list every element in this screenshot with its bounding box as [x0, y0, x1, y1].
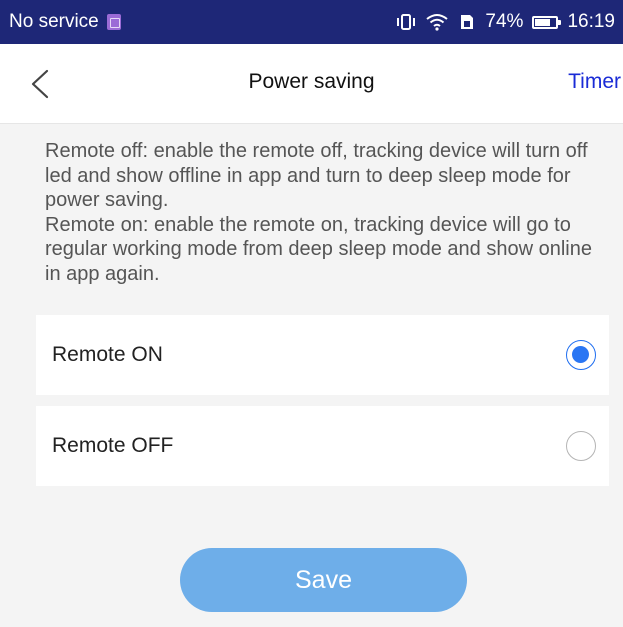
wifi-icon	[425, 13, 449, 31]
save-button[interactable]: Save	[180, 548, 467, 612]
timer-button[interactable]: Timer	[568, 70, 621, 94]
remote-on-description: Remote on: enable the remote on, trackin…	[45, 213, 592, 285]
remote-off-option[interactable]: Remote OFF	[36, 406, 609, 486]
clock-time: 16:19	[567, 11, 615, 32]
data-sim-icon	[458, 13, 476, 31]
status-right: 74% 16:19	[396, 11, 615, 33]
status-bar: No service 74% 16:19	[0, 0, 623, 44]
carrier-text: No service	[9, 11, 99, 32]
page-title: Power saving	[248, 70, 375, 93]
remote-on-option[interactable]: Remote ON	[36, 315, 609, 395]
vibrate-icon	[396, 13, 416, 31]
remote-off-radio[interactable]	[566, 431, 596, 461]
remote-on-radio[interactable]	[566, 340, 596, 370]
nav-bar: Power saving Timer	[0, 44, 623, 124]
remote-off-description: Remote off: enable the remote off, track…	[45, 140, 588, 211]
remote-on-label: Remote ON	[52, 343, 163, 366]
battery-percent: 74%	[485, 11, 524, 32]
remote-off-label: Remote OFF	[52, 434, 174, 457]
battery-icon	[532, 15, 562, 29]
status-left: No service	[9, 11, 121, 33]
sim-card-icon	[106, 14, 121, 30]
power-saving-description: Remote off: enable the remote off, track…	[45, 139, 605, 286]
